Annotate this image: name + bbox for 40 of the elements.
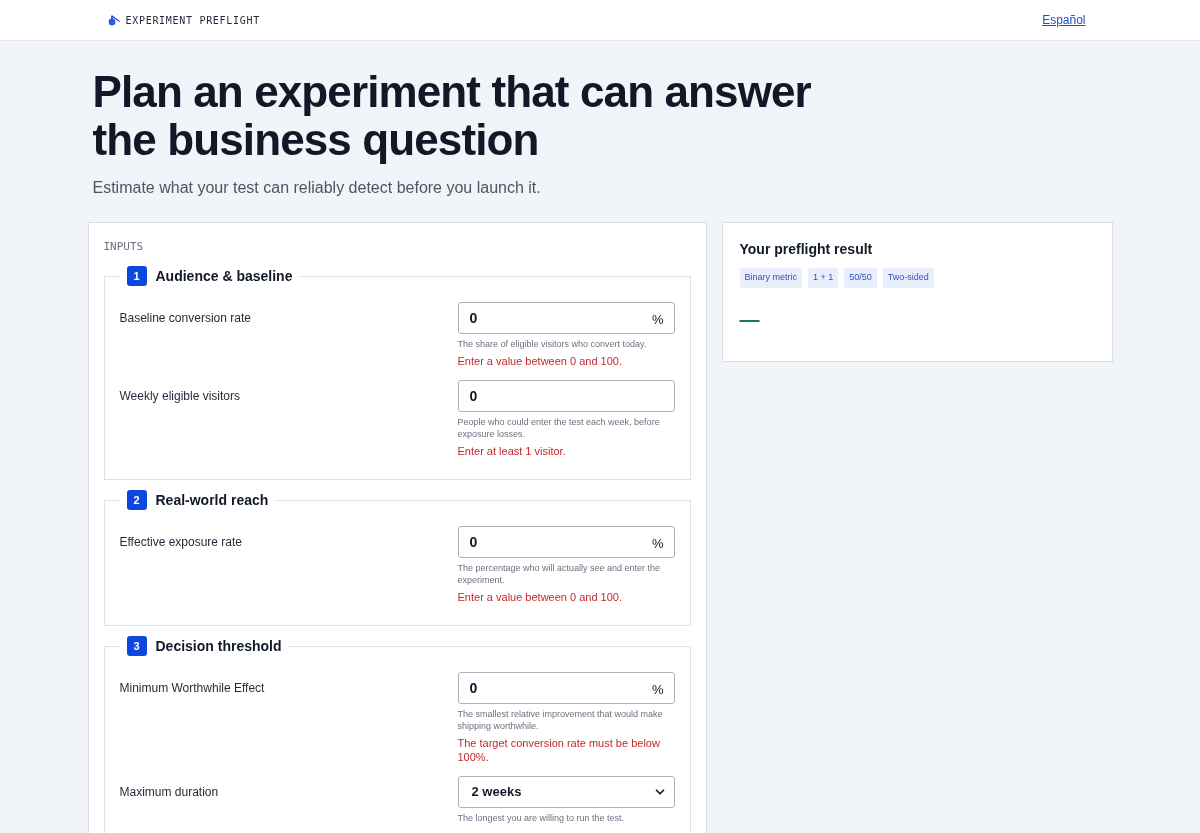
section-title: Audience & baseline [155,267,293,286]
setting-tag: 1 + 1 [808,268,839,288]
number-input[interactable]: 0 % [457,526,675,558]
step-number: 3 [126,636,147,656]
number-input[interactable]: 0 % [457,302,675,334]
help-text: The smallest relative improvement that would make shipping worthwhile. [457,708,664,732]
help-text: The longest you are willing to run the test. [457,812,626,824]
field-label: Minimum Worthwhile Effect [119,680,265,697]
page-title: Plan an experiment that can answer the business question [92,68,812,164]
field-label: Weekly eligible visitors [119,388,240,405]
unit-suffix: % [651,534,664,553]
step-number: 2 [126,490,147,510]
inputs-heading: INPUTS [103,240,145,254]
unit-suffix: % [651,680,664,699]
step-number: 1 [126,266,147,286]
help-text: People who could enter the test each week, before exposure losses. [457,416,661,440]
number-input[interactable]: 0 [457,380,675,412]
section-title: Decision threshold [155,637,282,656]
setting-tag: 50/50 [844,268,877,288]
error-message: Enter a value between 0 and 100. [457,354,623,368]
error-message: The target conversion rate must be below 100%. [457,736,661,764]
field-label: Baseline conversion rate [119,310,251,327]
field-label: Effective exposure rate [119,534,242,551]
help-text: The share of eligible visitors who convert today. [457,338,648,350]
setting-tag: Binary metric [739,268,802,288]
setting-tag: Two-sided [882,268,934,288]
number-input[interactable]: 0 % [457,672,675,704]
flask-icon [107,14,120,26]
unit-suffix: % [651,310,664,329]
section-title: Real-world reach [155,491,269,510]
result-value: — [739,307,761,332]
brand-name: EXPERIMENT PREFLIGHT [125,13,260,28]
field-label: Maximum duration [119,784,219,801]
error-message: Enter a value between 0 and 100. [457,590,623,604]
page-subtitle: Estimate what your test can reliably detect before you launch it. [92,178,542,198]
result-title: Your preflight result [739,240,874,258]
duration-select[interactable]: 2 weeks [457,776,675,808]
error-message: Enter at least 1 visitor. [457,444,567,458]
help-text: The percentage who will actually see and enter the experiment. [457,562,662,586]
language-link[interactable]: Español [1042,11,1086,29]
